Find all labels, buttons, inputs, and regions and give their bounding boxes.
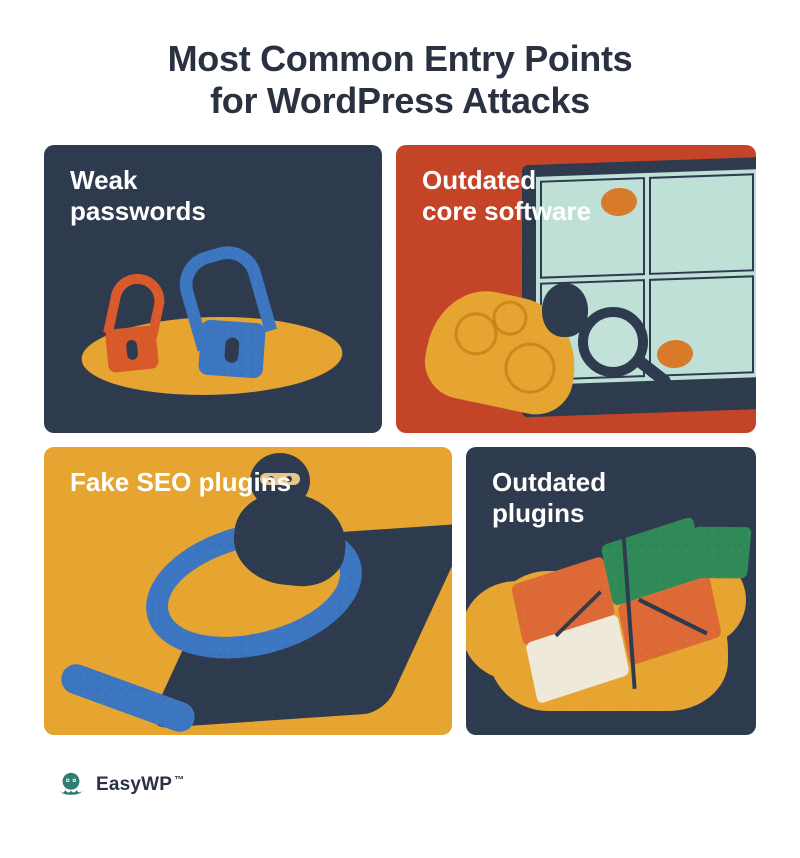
tile-row-1: Weak passwords Outdated core software [44, 145, 756, 433]
person-inspecting-icon [428, 247, 628, 433]
brand-text: EasyWP [96, 774, 172, 795]
tile-label: Fake SEO plugins [70, 467, 291, 498]
tile-label: Weak passwords [70, 165, 206, 227]
bug-icon [657, 339, 693, 368]
magnifying-glass-icon [578, 307, 658, 387]
tile-grid: Weak passwords Outdated core software [44, 145, 756, 735]
brand-name: EasyWP™ [96, 774, 184, 796]
tile-fake-seo-plugins: Fake SEO plugins [44, 447, 452, 735]
padlock-open-orange-icon [105, 325, 160, 373]
page-title: Most Common Entry Points for WordPress A… [44, 38, 756, 123]
title-line-2: for WordPress Attacks [210, 80, 590, 121]
title-line-1: Most Common Entry Points [168, 38, 633, 79]
tile-label: Outdated core software [422, 165, 591, 227]
tile-outdated-core: Outdated core software [396, 145, 756, 433]
tile-outdated-plugins: Outdated plugins [466, 447, 756, 735]
bug-icon [601, 187, 637, 216]
tile-weak-passwords: Weak passwords [44, 145, 382, 433]
trademark-symbol: ™ [174, 775, 184, 786]
infographic-page: Most Common Entry Points for WordPress A… [0, 0, 800, 858]
brand-footer: EasyWP™ [44, 755, 756, 815]
tile-row-2: Fake SEO plugins Outdated plugins [44, 447, 756, 735]
tile-label: Outdated plugins [492, 467, 606, 529]
padlock-open-blue-icon [198, 319, 266, 379]
octopus-icon [56, 770, 86, 800]
